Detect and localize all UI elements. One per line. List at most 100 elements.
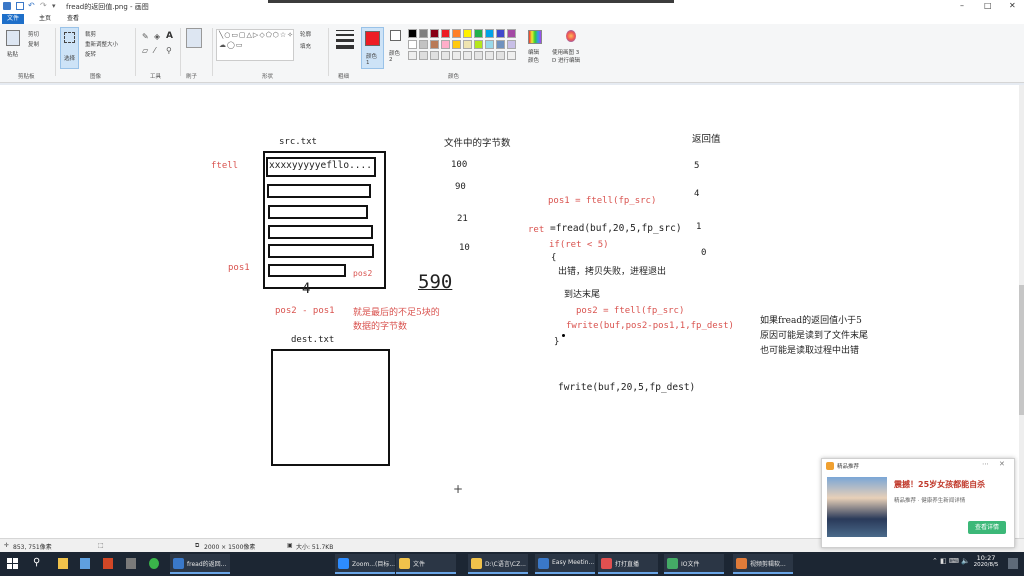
- text-icon[interactable]: A: [166, 31, 173, 41]
- popup-close-icon[interactable]: ✕: [999, 460, 1005, 468]
- palette-swatch[interactable]: [419, 51, 428, 60]
- palette-swatch[interactable]: [507, 40, 516, 49]
- color2-label: 颜色 2: [389, 51, 401, 63]
- resize-button[interactable]: 重新调整大小: [85, 40, 118, 48]
- customize-quick-access-icon[interactable]: ▾: [52, 2, 60, 10]
- palette-swatch[interactable]: [441, 40, 450, 49]
- maximize-button[interactable]: □: [984, 1, 992, 10]
- taskbar-app-button[interactable]: 视频剪辑软...: [733, 554, 793, 574]
- palette-swatch[interactable]: [474, 40, 483, 49]
- popup-headline[interactable]: 震撼！25岁女孩都能自杀: [894, 479, 985, 490]
- undo-icon[interactable]: ↶: [28, 2, 36, 10]
- save-icon[interactable]: [16, 2, 24, 10]
- image-size-icon: ⧉: [195, 542, 200, 549]
- pinned-app-icon[interactable]: [80, 558, 90, 569]
- pencil-icon[interactable]: ✎: [142, 32, 149, 41]
- search-icon[interactable]: ⚲: [33, 557, 40, 568]
- shapes-gallery[interactable]: ╲○▭▢△▷◇⬠⬡☆✧⬦⇨⇦⇧⇩✦☁◯▭: [216, 29, 294, 61]
- popup-thumbnail[interactable]: [827, 477, 887, 537]
- pinned-app-icon[interactable]: [149, 558, 159, 569]
- palette-swatch[interactable]: [430, 40, 439, 49]
- palette-swatch[interactable]: [485, 40, 494, 49]
- crop-button[interactable]: 裁剪: [85, 30, 96, 38]
- popup-menu-icon[interactable]: ⋯: [982, 460, 989, 468]
- palette-swatch[interactable]: [441, 29, 450, 38]
- fill-icon[interactable]: ◈: [154, 32, 160, 41]
- palette-swatch[interactable]: [485, 51, 494, 60]
- select-label: 选择: [64, 56, 76, 62]
- taskbar-app-button[interactable]: 打打直播: [598, 554, 658, 574]
- palette-swatch[interactable]: [496, 40, 505, 49]
- outline-button[interactable]: 轮廓: [300, 30, 311, 38]
- notification-icon[interactable]: [1008, 558, 1018, 569]
- palette-swatch[interactable]: [452, 40, 461, 49]
- palette-swatch[interactable]: [452, 29, 461, 38]
- select-button[interactable]: 选择: [60, 27, 79, 69]
- tab-file[interactable]: 文件: [2, 14, 25, 24]
- clock[interactable]: 10:27 2020/8/5: [970, 554, 1002, 568]
- pinned-app-icon[interactable]: [126, 558, 136, 569]
- paste-icon[interactable]: [6, 30, 20, 46]
- redo-icon[interactable]: ↷: [40, 2, 48, 10]
- news-popup[interactable]: 精品推荐 ⋯ ✕ 震撼！25岁女孩都能自杀 精品推荐 · 健康养生新闻详情 查看…: [821, 458, 1015, 548]
- color-picker-icon[interactable]: ⁄: [154, 46, 155, 55]
- note-line-2: 原因可能是读到了文件末尾: [760, 331, 869, 341]
- tab-home[interactable]: 主页: [34, 14, 56, 24]
- start-icon[interactable]: [7, 558, 18, 569]
- taskbar-app-button[interactable]: fread的返回...: [170, 554, 230, 574]
- palette-swatch[interactable]: [485, 29, 494, 38]
- palette-swatch[interactable]: [474, 51, 483, 60]
- popup-details-button[interactable]: 查看详情: [968, 521, 1006, 534]
- palette-swatch[interactable]: [419, 29, 428, 38]
- palette-swatch[interactable]: [430, 29, 439, 38]
- palette-swatch[interactable]: [496, 29, 505, 38]
- edit-colors-button[interactable]: 编辑 颜色: [528, 48, 539, 64]
- palette-swatch[interactable]: [430, 51, 439, 60]
- palette-swatch[interactable]: [408, 51, 417, 60]
- palette-swatch[interactable]: [441, 51, 450, 60]
- rotate-button[interactable]: 旋转: [85, 50, 96, 58]
- paste-button[interactable]: 粘贴: [7, 50, 18, 58]
- colors-group-label: 颜色: [448, 74, 460, 80]
- explorer-pinned-icon[interactable]: [58, 558, 68, 569]
- eraser-icon[interactable]: ▱: [142, 46, 148, 55]
- vertical-scrollbar[interactable]: [1019, 85, 1024, 538]
- magnifier-icon[interactable]: ⚲: [166, 46, 172, 55]
- brush-icon[interactable]: [186, 28, 202, 48]
- palette-swatch[interactable]: [507, 29, 516, 38]
- tray-icons[interactable]: ⌃ ◧ ⌨ 🔈: [932, 557, 970, 565]
- taskbar-app-button[interactable]: Zoom...(目标...: [335, 554, 395, 574]
- palette-swatch[interactable]: [474, 29, 483, 38]
- palette-swatch[interactable]: [452, 51, 461, 60]
- palette-swatch[interactable]: [463, 29, 472, 38]
- edit-colors-icon[interactable]: [528, 30, 542, 44]
- palette-swatch[interactable]: [496, 51, 505, 60]
- paint3d-icon[interactable]: [566, 30, 576, 42]
- fill-button[interactable]: 填充: [300, 42, 311, 50]
- palette-swatch[interactable]: [408, 29, 417, 38]
- select-icon: [64, 32, 75, 43]
- palette-swatch[interactable]: [463, 40, 472, 49]
- color1-button[interactable]: 颜色 1: [361, 27, 384, 69]
- palette-swatch[interactable]: [419, 40, 428, 49]
- taskbar-app-button[interactable]: IO文件: [664, 554, 724, 574]
- edit-with-paint3d-button[interactable]: 使用画图 3 D 进行编辑: [552, 48, 580, 64]
- taskbar-app-button[interactable]: Easy Meetin...: [535, 554, 595, 574]
- cut-button[interactable]: 剪切: [28, 30, 39, 38]
- tab-view[interactable]: 查看: [62, 14, 84, 24]
- pinned-app-icon[interactable]: [103, 558, 113, 569]
- palette-swatch[interactable]: [507, 51, 516, 60]
- minimize-button[interactable]: –: [960, 1, 964, 10]
- taskbar-app-button[interactable]: D:\C语言\CZ...: [468, 554, 528, 574]
- scrollbar-thumb[interactable]: [1019, 285, 1024, 415]
- close-button[interactable]: ✕: [1009, 1, 1016, 10]
- app-icon: [538, 558, 549, 569]
- copy-button[interactable]: 复制: [28, 40, 39, 48]
- palette-swatch[interactable]: [463, 51, 472, 60]
- code-brace-close: }: [554, 337, 560, 347]
- taskbar-app-button[interactable]: 文件: [396, 554, 456, 574]
- size-icon[interactable]: [336, 30, 354, 49]
- app-label: Easy Meetin...: [552, 559, 595, 566]
- palette-swatch[interactable]: [408, 40, 417, 49]
- color2-button[interactable]: 颜色 2: [387, 27, 405, 69]
